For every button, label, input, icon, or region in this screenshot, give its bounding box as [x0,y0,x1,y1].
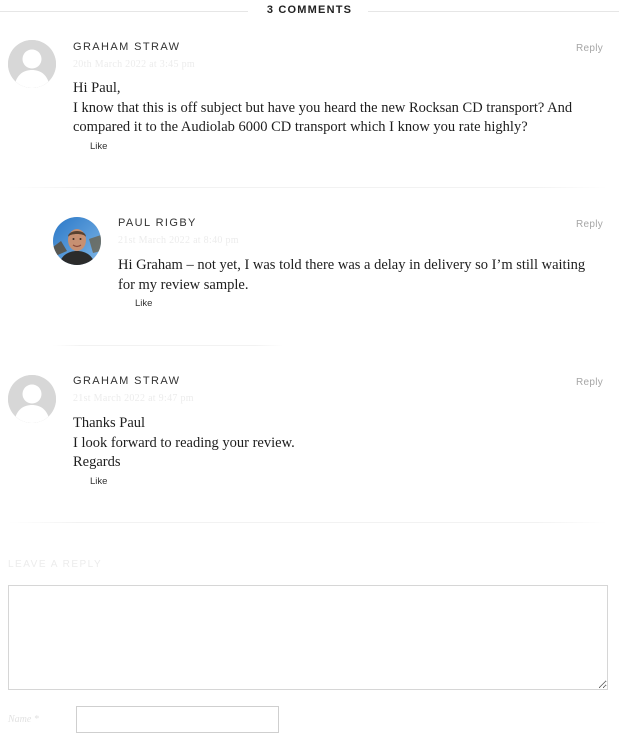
default-avatar-icon [8,375,56,423]
comment-author[interactable]: GRAHAM STRAW [73,41,180,53]
comment-paragraph: Thanks Paul [73,415,146,431]
default-avatar-icon [8,40,56,88]
comment-body: Hi Paul, I know that this is off subject… [73,79,603,138]
user-photo-avatar [53,217,101,265]
reply-link[interactable]: Reply [576,219,603,230]
comments-count-title: 3 COMMENTS [266,4,353,16]
comment-paragraph: I look forward to reading your review. [73,434,295,451]
comment-textarea[interactable] [8,585,608,690]
comment-divider [53,345,283,346]
comment-date[interactable]: 21st March 2022 at 8:40 pm [118,235,239,246]
comment-body: Hi Graham – not yet, I was told there wa… [118,256,603,295]
comment-paragraph: Regards [73,454,121,470]
comment-author[interactable]: PAUL RIGBY [118,217,197,229]
comment-body: Thanks Paul I look forward to reading yo… [73,414,603,473]
comment-divider [8,187,608,188]
like-button[interactable]: Like [90,141,107,152]
name-field-label: Name * [8,714,39,725]
comment-divider [8,522,608,523]
like-button[interactable]: Like [90,476,107,487]
leave-reply-title: LEAVE A REPLY [8,559,103,570]
reply-link[interactable]: Reply [576,377,603,388]
comment-paragraph: Hi Paul, [73,80,121,96]
comments-header: 3 COMMENTS [0,0,619,22]
comment-paragraph: I know that this is off subject but have… [73,99,573,136]
comment-paragraph: Hi Graham – not yet, I was told there wa… [118,257,586,293]
comment-author[interactable]: GRAHAM STRAW [73,375,180,387]
name-field[interactable] [76,706,279,733]
comment-date[interactable]: 21st March 2022 at 9:47 pm [73,393,194,404]
reply-link[interactable]: Reply [576,43,603,54]
like-button[interactable]: Like [135,298,152,309]
comment-date[interactable]: 20th March 2022 at 3:45 pm [73,59,195,70]
